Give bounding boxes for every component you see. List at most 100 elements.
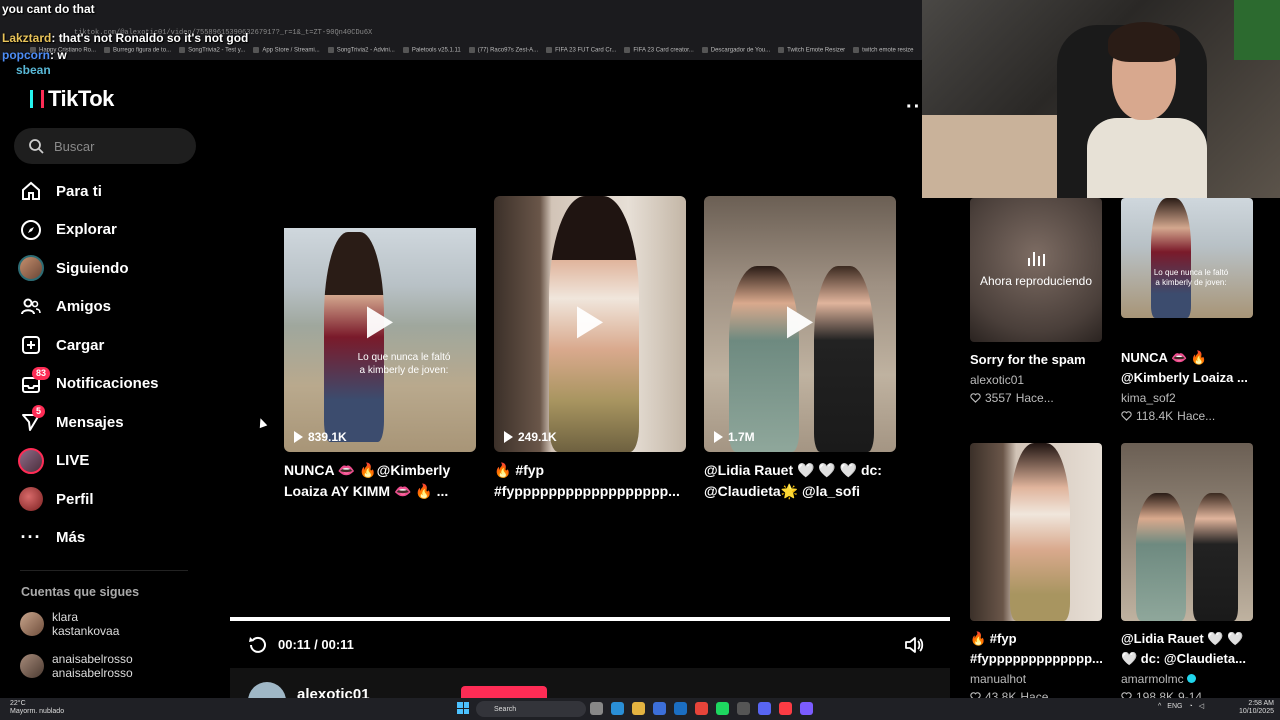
sidebar-item-mensajes[interactable]: 5 Mensajes bbox=[18, 403, 208, 442]
video-author[interactable]: amarmolmc bbox=[1121, 670, 1253, 688]
search-box[interactable] bbox=[14, 128, 196, 164]
chrome-icon[interactable] bbox=[695, 702, 708, 715]
profile-avatar-icon bbox=[18, 486, 44, 512]
friends-icon bbox=[18, 294, 44, 320]
bookmark[interactable]: (77) Raco97s Zest-A... bbox=[469, 47, 538, 53]
related-video[interactable]: Lo que nunca le faltó a kimberly de jove… bbox=[1121, 198, 1253, 425]
sidebar-item-notificaciones[interactable]: 83 Notificaciones bbox=[18, 365, 208, 404]
view-count-text: 1.7M bbox=[728, 430, 755, 444]
tiktok-note-icon bbox=[30, 90, 44, 108]
sidebar-item-amigos[interactable]: Amigos bbox=[18, 288, 208, 327]
mail-icon[interactable] bbox=[674, 702, 687, 715]
bookmark[interactable]: App Store / Streami... bbox=[253, 47, 319, 53]
sidebar-item-mas[interactable]: ··· Más bbox=[18, 519, 208, 558]
bookmark[interactable]: FIFA 23 FUT Card Cr... bbox=[546, 47, 616, 53]
video-progress-bar[interactable] bbox=[230, 617, 950, 621]
video-author[interactable]: alexotic01 bbox=[970, 371, 1102, 389]
video-title[interactable]: Sorry for the spam bbox=[970, 350, 1102, 370]
sidebar-item-cargar[interactable]: Cargar bbox=[18, 326, 208, 365]
now-playing-label: Ahora reproduciendo bbox=[979, 274, 1093, 288]
sidebar-item-perfil[interactable]: Perfil bbox=[18, 480, 208, 519]
search-input[interactable] bbox=[54, 138, 184, 154]
video-title-line2[interactable]: 🤍 dc: @Claudieta... bbox=[1121, 649, 1253, 669]
related-video[interactable]: 🔥 #fyp #fyppppppppppppp... manualhot 43.… bbox=[970, 443, 1102, 706]
chevron-up-icon[interactable]: ^ bbox=[1158, 703, 1161, 710]
taskbar-apps bbox=[590, 702, 813, 715]
taskbar-search[interactable]: Search bbox=[476, 701, 586, 717]
video-thumbnail[interactable]: Lo que nunca le faltó a kimberly de jove… bbox=[1121, 198, 1253, 318]
windows-start-icon[interactable] bbox=[457, 702, 469, 714]
playback-time: 00:11 / 00:11 bbox=[278, 636, 354, 652]
weather-widget[interactable]: 22°C Mayorm. nublado bbox=[10, 700, 64, 716]
sidebar-item-label: Siguiendo bbox=[56, 259, 129, 277]
video-author[interactable]: kima_sof2 bbox=[1121, 389, 1253, 407]
video-title-line2[interactable]: #fyppppppppppppp... bbox=[970, 649, 1102, 669]
music-icon[interactable] bbox=[779, 702, 792, 715]
heart-icon bbox=[1121, 411, 1132, 421]
discord-icon[interactable] bbox=[758, 702, 771, 715]
bookmark[interactable]: Twitch Emote Resizer bbox=[778, 47, 845, 53]
sidebar-item-siguiendo[interactable]: Siguiendo bbox=[18, 249, 208, 288]
streamer-webcam bbox=[922, 0, 1280, 198]
video-thumbnail[interactable]: 249.1K bbox=[494, 196, 686, 452]
edge-icon[interactable] bbox=[611, 702, 624, 715]
more-icon: ··· bbox=[20, 527, 42, 548]
view-count: 839.1K bbox=[294, 430, 347, 444]
related-video[interactable]: Ahora reproduciendo Sorry for the spam a… bbox=[970, 198, 1102, 407]
video-title[interactable]: 🔥 #fyp bbox=[970, 629, 1102, 649]
equalizer-icon bbox=[1027, 252, 1045, 266]
video-thumbnail[interactable]: Ahora reproduciendo bbox=[970, 198, 1102, 342]
player-controls: 00:11 / 00:11 bbox=[248, 634, 354, 654]
bookmark[interactable]: Descargador de You... bbox=[702, 47, 770, 53]
video-thumbnail[interactable]: Lo que nunca le faltó a kimberly de jove… bbox=[284, 196, 476, 452]
bookmark[interactable]: twitch emote resize bbox=[853, 47, 913, 53]
language-indicator[interactable]: ENG bbox=[1167, 703, 1182, 710]
mouse-cursor bbox=[256, 416, 268, 429]
stream-chat-overlay: you cant do that Lakztard: that's not Ro… bbox=[2, 2, 262, 78]
video-caption[interactable]: @Lidia Rauet 🤍 🤍 🤍 dc: @Claudieta🌟 @la_s… bbox=[704, 460, 896, 502]
chat-username: sbean bbox=[16, 63, 51, 77]
video-title[interactable]: @Lidia Rauet 🤍 🤍 bbox=[1121, 629, 1253, 649]
speaker-icon[interactable]: ◁ bbox=[1199, 702, 1204, 710]
replay-icon[interactable] bbox=[248, 634, 268, 654]
following-account[interactable]: klara kastankovaa bbox=[20, 610, 200, 638]
chat-message: sbean bbox=[2, 63, 262, 78]
video-author[interactable]: manualhot bbox=[970, 670, 1102, 688]
video-thumbnail[interactable] bbox=[970, 443, 1102, 621]
video-title-line2[interactable]: @Kimberly Loaiza ... bbox=[1121, 368, 1253, 388]
message-badge: 5 bbox=[32, 405, 46, 419]
following-account[interactable]: anaisabelrosso anaisabelrosso bbox=[20, 652, 200, 680]
obs-icon[interactable] bbox=[737, 702, 750, 715]
video-caption[interactable]: NUNCA 👄 🔥@Kimberly Loaiza AY KIMM 👄 🔥 ..… bbox=[284, 460, 476, 502]
file-explorer-icon[interactable] bbox=[632, 702, 645, 715]
related-video[interactable]: @Lidia Rauet 🤍 🤍 🤍 dc: @Claudieta... ama… bbox=[1121, 443, 1253, 706]
sidebar-item-live[interactable]: LIVE bbox=[18, 442, 208, 481]
clock-date: 10/10/2025 bbox=[1238, 708, 1274, 715]
sidebar-item-label: Perfil bbox=[56, 490, 94, 508]
chat-username: Lakztard bbox=[2, 31, 52, 45]
chat-message: you cant do that bbox=[2, 2, 262, 17]
author-handle: amarmolmc bbox=[1121, 672, 1184, 686]
bookmark[interactable]: SongTrivia2 - Advini... bbox=[328, 47, 395, 53]
search-icon bbox=[29, 139, 44, 154]
video-card[interactable]: Lo que nunca le faltó a kimberly de jove… bbox=[284, 196, 476, 502]
video-card[interactable]: 1.7M @Lidia Rauet 🤍 🤍 🤍 dc: @Claudieta🌟 … bbox=[704, 196, 896, 502]
task-view-icon[interactable] bbox=[590, 702, 603, 715]
system-clock[interactable]: 2:58 AM 10/10/2025 bbox=[1238, 700, 1274, 716]
spotify-icon[interactable] bbox=[716, 702, 729, 715]
bookmark[interactable]: Paletools v25.1.11 bbox=[403, 47, 461, 53]
bookmark[interactable]: FIFA 23 Card creator... bbox=[624, 47, 693, 53]
sidebar-item-para-ti[interactable]: Para ti bbox=[18, 172, 208, 211]
video-thumbnail[interactable] bbox=[1121, 443, 1253, 621]
wifi-icon[interactable]: ◔ bbox=[1188, 703, 1192, 710]
tiktok-logo[interactable]: TikTok bbox=[30, 86, 114, 112]
video-title[interactable]: NUNCA 👄 🔥 bbox=[1121, 348, 1253, 368]
play-count-icon bbox=[504, 431, 513, 443]
video-card[interactable]: 249.1K 🔥 #fyp #fypppppppppppppppppp... bbox=[494, 196, 686, 502]
store-icon[interactable] bbox=[653, 702, 666, 715]
volume-icon[interactable] bbox=[904, 636, 924, 654]
video-thumbnail[interactable]: 1.7M bbox=[704, 196, 896, 452]
twitch-icon[interactable] bbox=[800, 702, 813, 715]
sidebar-item-explorar[interactable]: Explorar bbox=[18, 211, 208, 250]
video-caption[interactable]: 🔥 #fyp #fypppppppppppppppppp... bbox=[494, 460, 686, 502]
